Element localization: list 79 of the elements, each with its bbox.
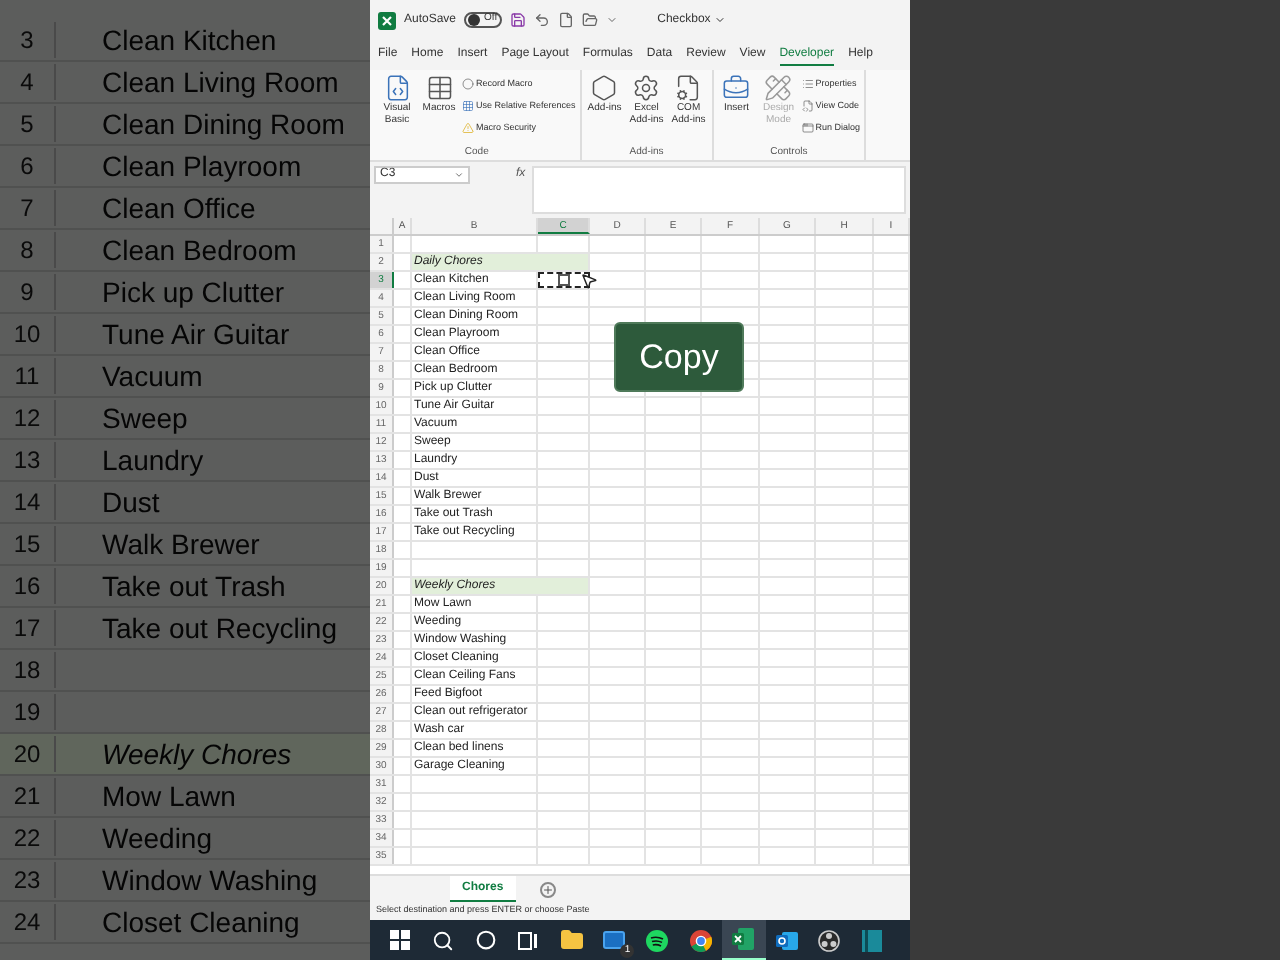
list-icon: [801, 77, 814, 89]
window-icon: [801, 121, 814, 133]
row-number: 23: [0, 862, 56, 898]
row-number: 10: [0, 316, 56, 352]
obs-icon: [818, 929, 841, 951]
cell-text: Laundry: [102, 441, 204, 480]
row-number: 15: [0, 526, 56, 562]
circle-icon: [475, 930, 496, 950]
cell-text: Walk Brewer: [102, 525, 260, 563]
record-icon: [462, 77, 474, 89]
cell-text: Pick up Clutter: [102, 273, 285, 312]
row-number: 20: [0, 736, 56, 772]
row-number: 6: [0, 148, 56, 184]
add-sheet-icon[interactable]: [539, 881, 556, 897]
cell-text: Weeding: [102, 819, 213, 858]
cell-text: Take out Trash: [102, 567, 286, 605]
row-number: 5: [0, 106, 56, 142]
cell-text: Take out Recycling: [102, 609, 338, 648]
cell-text: Closet Cleaning: [102, 903, 300, 942]
row-number: 7: [0, 190, 56, 226]
cell-text: Clean Kitchen: [102, 21, 277, 59]
windows-icon: [389, 930, 410, 950]
row-number: 9: [0, 274, 56, 310]
row-number: 13: [0, 442, 56, 478]
gear-file-icon: [674, 74, 703, 102]
caret-icon: [454, 170, 464, 180]
row-number: 24: [0, 904, 56, 940]
cell-text: Tune Air Guitar: [102, 315, 290, 353]
cell-text: Sweep: [102, 399, 188, 438]
row-number: 16: [0, 568, 56, 604]
formula-field[interactable]: [531, 166, 906, 214]
cell-text: Clean Playroom: [102, 147, 302, 186]
ruler-icon: [764, 74, 793, 102]
row-number: 21: [0, 778, 56, 814]
row-number: 17: [0, 610, 56, 646]
cell-text: Clean Office: [102, 189, 256, 227]
grid-icon: [462, 99, 474, 111]
row-number: 14: [0, 484, 56, 520]
copy-label: Copy: [614, 322, 744, 392]
table-icon: [425, 74, 453, 102]
gear-icon: [632, 74, 661, 102]
spotify-icon: [646, 929, 669, 951]
undo-icon[interactable]: [533, 12, 550, 28]
cell-text: Weekly Chores: [102, 735, 292, 774]
taskbar-button[interactable]: [722, 920, 765, 960]
cell-text: Clean Living Room: [102, 63, 339, 102]
toolbox-icon: [722, 74, 751, 102]
folder-icon: [559, 928, 584, 952]
row-number: 19: [0, 694, 56, 730]
search-icon: [431, 929, 454, 951]
cell-text: Dust: [102, 483, 160, 521]
checkbox[interactable]: [558, 274, 570, 286]
row-number: 22: [0, 820, 56, 856]
cell-text: Window Washing: [102, 861, 318, 900]
folder-icon[interactable]: [581, 12, 598, 28]
file-icon[interactable]: [557, 12, 574, 28]
row-number: 8: [0, 232, 56, 268]
warning-icon: [462, 121, 474, 133]
row-number: 11: [0, 358, 56, 394]
cell-text: Vacuum: [102, 357, 203, 395]
save-icon[interactable]: [509, 12, 526, 28]
excel-logo-icon: [378, 11, 396, 29]
code-file-icon: [383, 74, 411, 102]
row-number: 3: [0, 22, 56, 58]
cell-text: Clean Bedroom: [102, 231, 297, 269]
cell-text: Clean Dining Room: [102, 105, 345, 144]
mail-icon: [602, 928, 627, 952]
cell-text: Mow Lawn: [102, 777, 236, 815]
row-number: 4: [0, 64, 56, 100]
app-icon: [862, 929, 883, 951]
task-view-icon: [518, 931, 539, 949]
code-file-icon: [801, 99, 814, 111]
outlook-icon: [775, 929, 798, 951]
hexagon-icon: [590, 74, 619, 102]
excel-icon: [732, 928, 755, 950]
row-number: 18: [0, 652, 56, 688]
row-number: 12: [0, 400, 56, 436]
caret-icon: [714, 14, 727, 26]
chrome-icon: [689, 929, 712, 951]
